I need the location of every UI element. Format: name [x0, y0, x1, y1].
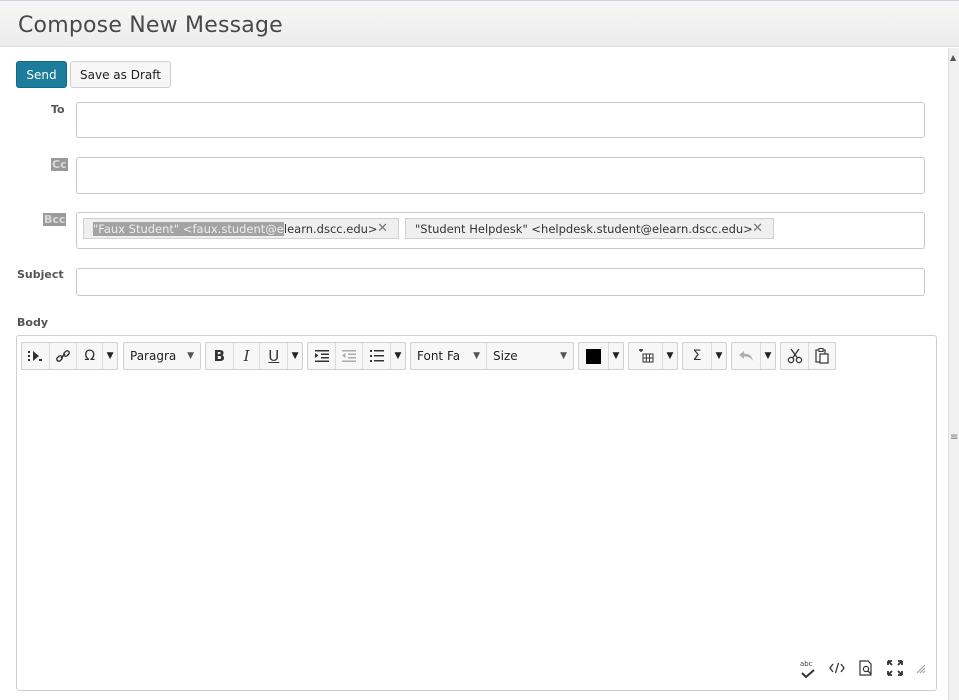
- chevron-down-icon: ▼: [473, 351, 480, 361]
- chevron-down-icon: ▼: [560, 351, 567, 361]
- indent-icon[interactable]: [308, 343, 336, 369]
- format-select[interactable]: Paragra ▼: [123, 342, 201, 370]
- to-label: To: [51, 103, 65, 116]
- font-size-dropdown[interactable]: Size ▼: [487, 343, 573, 369]
- cc-field[interactable]: [76, 157, 925, 194]
- text-style-group: B I U ▼: [205, 342, 303, 370]
- page-title: Compose New Message: [18, 13, 283, 38]
- resize-handle-icon[interactable]: [916, 663, 926, 678]
- preview-icon[interactable]: [858, 660, 874, 680]
- title-bar: Compose New Message: [0, 0, 959, 47]
- save-draft-button[interactable]: Save as Draft: [70, 61, 171, 88]
- bullet-list-icon[interactable]: [363, 343, 391, 369]
- outdent-icon[interactable]: [336, 343, 363, 369]
- undo-icon[interactable]: [732, 343, 761, 369]
- chevron-down-icon[interactable]: ▼: [103, 343, 117, 369]
- source-code-icon[interactable]: [829, 662, 845, 678]
- omega-icon[interactable]: Ω: [77, 343, 104, 369]
- chevron-down-icon[interactable]: ▼: [663, 343, 677, 369]
- bold-icon[interactable]: B: [206, 343, 234, 369]
- scrollbar[interactable]: ▲ ≡: [948, 48, 959, 700]
- fullscreen-icon[interactable]: [887, 660, 903, 680]
- recipient-chip[interactable]: "Student Helpdesk" <helpdesk.student@ele…: [405, 218, 774, 239]
- font-family-value: Font Fa: [417, 349, 461, 363]
- recipient-selected-text: "Faux Student" <faux.student@e: [93, 221, 284, 236]
- subject-label: Subject: [17, 268, 64, 281]
- chevron-down-icon[interactable]: ▼: [609, 343, 623, 369]
- insert-toolbar-group: Ω ▼: [21, 342, 118, 370]
- recipient-text: "Student Helpdesk" <helpdesk.student@ele…: [415, 221, 753, 236]
- cc-label: Cc: [51, 158, 68, 171]
- clipboard-group: [780, 342, 836, 370]
- text-color-swatch: [586, 348, 601, 364]
- list-indent-group: ▼: [307, 342, 406, 370]
- undo-group: ▼: [731, 342, 776, 370]
- body-editor[interactable]: Ω ▼ Paragra ▼ B I U ▼ ▼ Font Fa ▼ Size ▼…: [16, 335, 937, 691]
- chevron-down-icon[interactable]: ▼: [391, 343, 405, 369]
- scroll-grip-icon[interactable]: ≡: [950, 432, 958, 443]
- font-family-dropdown[interactable]: Font Fa ▼: [411, 343, 487, 369]
- link-icon[interactable]: [50, 343, 78, 369]
- send-button[interactable]: Send: [16, 61, 67, 88]
- italic-icon[interactable]: I: [234, 343, 261, 369]
- font-select-group: Font Fa ▼ Size ▼: [410, 342, 574, 370]
- underline-icon[interactable]: U: [260, 343, 289, 369]
- text-color-group: ▼: [578, 342, 624, 370]
- cut-icon[interactable]: [781, 343, 809, 369]
- body-label: Body: [17, 316, 48, 329]
- editor-status-bar: abc: [800, 660, 926, 680]
- format-dropdown[interactable]: Paragra ▼: [124, 343, 200, 369]
- scroll-up-icon[interactable]: ▲: [950, 53, 956, 62]
- sigma-icon[interactable]: Σ: [683, 343, 712, 369]
- subject-field[interactable]: [76, 268, 925, 296]
- chevron-down-icon: ▼: [187, 351, 194, 361]
- recipient-text: learn.dscc.edu>: [283, 221, 378, 236]
- equation-group: Σ ▼: [682, 342, 727, 370]
- remove-recipient-icon[interactable]: ✕: [752, 221, 763, 236]
- media-icon[interactable]: [22, 343, 50, 369]
- bcc-field[interactable]: "Faux Student" <faux.student@e learn.dscc…: [76, 212, 925, 249]
- bcc-label: Bcc: [43, 213, 67, 226]
- chevron-down-icon[interactable]: ▼: [288, 343, 302, 369]
- table-icon[interactable]: [629, 343, 663, 369]
- recipient-chip[interactable]: "Faux Student" <faux.student@e learn.dscc…: [83, 218, 399, 239]
- table-group: ▼: [628, 342, 678, 370]
- spellcheck-icon[interactable]: abc: [800, 660, 816, 678]
- format-value: Paragra: [130, 349, 177, 363]
- color-swatch-icon[interactable]: [579, 343, 609, 369]
- chevron-down-icon[interactable]: ▼: [712, 343, 726, 369]
- to-field[interactable]: [76, 102, 925, 138]
- font-size-value: Size: [493, 349, 518, 363]
- spellcheck-glyph: abc: [800, 660, 813, 668]
- remove-recipient-icon[interactable]: ✕: [377, 221, 388, 236]
- chevron-down-icon[interactable]: ▼: [761, 343, 775, 369]
- paste-icon[interactable]: [809, 343, 835, 369]
